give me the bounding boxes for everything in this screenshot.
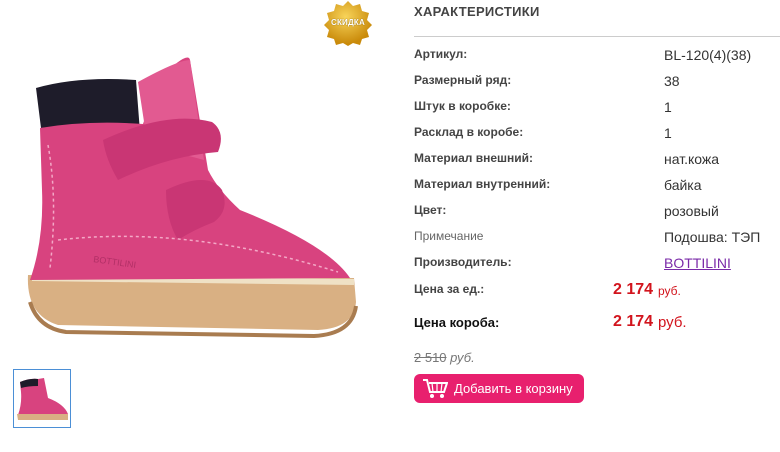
box-price-label: Цена короба: bbox=[414, 315, 500, 330]
characteristics-title: ХАРАКТЕРИСТИКИ bbox=[414, 4, 540, 19]
old-price: 2 510 руб. bbox=[414, 350, 475, 365]
spec-value-article: BL-120(4)(38) bbox=[664, 47, 752, 63]
spec-label-box-layout: Расклад в коробе: bbox=[414, 125, 524, 139]
old-price-value: 2 510 bbox=[414, 350, 447, 365]
old-price-currency: руб. bbox=[450, 350, 475, 365]
spec-value-outer-material: нат.кожа bbox=[664, 151, 720, 167]
unit-price-value: 2 174 bbox=[613, 281, 654, 298]
spec-label-outer-material: Материал внешний: bbox=[414, 151, 534, 165]
shopping-cart-icon bbox=[423, 379, 448, 398]
box-price-value: 2 174 bbox=[613, 313, 654, 330]
spec-value-note: Подошва: ТЭП bbox=[664, 229, 761, 245]
spec-value-size-range: 38 bbox=[664, 73, 680, 89]
discount-badge-label: СКИДКА bbox=[331, 18, 365, 27]
product-thumbnail[interactable] bbox=[13, 369, 71, 428]
unit-price-label: Цена за ед.: bbox=[414, 282, 485, 296]
spec-value-pieces-per-box: 1 bbox=[664, 99, 672, 115]
spec-label-article: Артикул: bbox=[414, 47, 468, 61]
spec-label-pieces-per-box: Штук в коробке: bbox=[414, 99, 511, 113]
spec-label-size-range: Размерный ряд: bbox=[414, 73, 512, 87]
product-image[interactable]: BOTTILINI bbox=[18, 40, 358, 350]
manufacturer-link[interactable]: BOTTILINI bbox=[664, 255, 731, 271]
spec-label-manufacturer: Производитель: bbox=[414, 255, 512, 269]
add-to-cart-label: Добавить в корзину bbox=[454, 381, 573, 396]
divider bbox=[414, 36, 780, 37]
box-price-currency: руб. bbox=[658, 314, 687, 331]
spec-value-box-layout: 1 bbox=[664, 125, 672, 141]
spec-label-color: Цвет: bbox=[414, 203, 447, 217]
add-to-cart-button[interactable]: Добавить в корзину bbox=[414, 374, 584, 403]
spec-label-note: Примечание bbox=[414, 229, 484, 243]
unit-price-currency: руб. bbox=[658, 284, 681, 298]
spec-value-color: розовый bbox=[664, 203, 719, 219]
spec-value-inner-material: байка bbox=[664, 177, 702, 193]
spec-label-inner-material: Материал внутренний: bbox=[414, 177, 551, 191]
